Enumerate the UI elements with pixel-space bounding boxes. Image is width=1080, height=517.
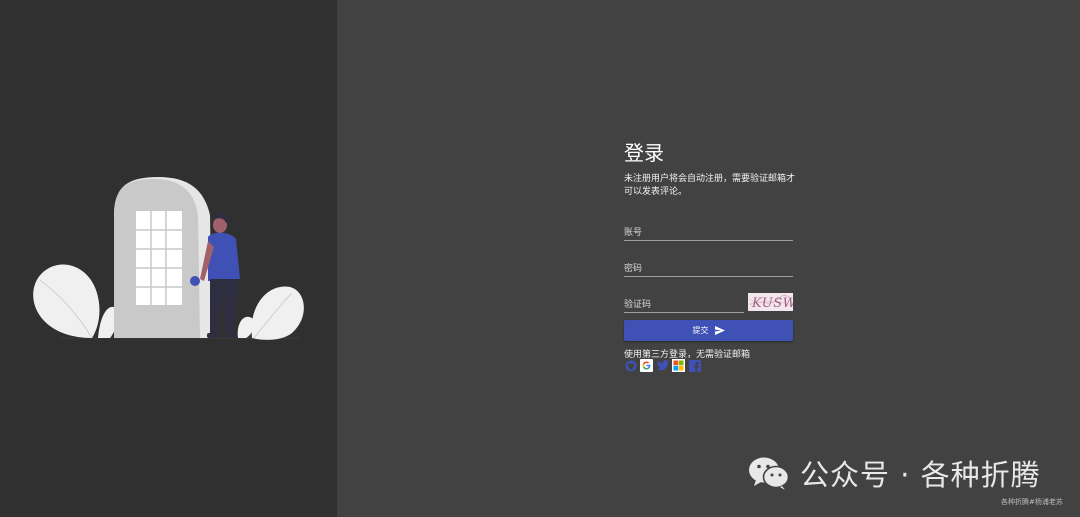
page-title: 登录 [624, 141, 664, 165]
submit-label: 提交 [692, 326, 709, 335]
social-login-row [624, 359, 701, 372]
facebook-login-button[interactable] [688, 359, 701, 372]
microsoft-icon [672, 359, 685, 372]
captcha-image[interactable]: KUSW [748, 293, 793, 311]
captcha-field-wrapper [624, 292, 744, 314]
microsoft-login-button[interactable] [672, 359, 685, 372]
twitter-icon [656, 360, 669, 371]
captcha-text: KUSW [751, 296, 793, 311]
submit-button[interactable]: 提交 [624, 320, 793, 341]
facebook-icon [688, 359, 701, 372]
password-field-wrapper [624, 256, 793, 278]
send-icon [714, 326, 725, 335]
wechat-watermark: 公众号 · 各种折腾 [748, 452, 1041, 494]
illustration-panel [0, 0, 337, 517]
watermark-subtext: 各种折腾#杨浦老苏 [1001, 498, 1063, 506]
door-illustration [33, 177, 304, 340]
password-input[interactable] [624, 260, 793, 278]
wechat-icon [749, 457, 790, 490]
captcha-input[interactable] [624, 296, 744, 314]
watermark-text: 公众号 · 各种折腾 [800, 458, 1041, 492]
github-login-button[interactable] [624, 359, 637, 372]
google-login-button[interactable] [640, 359, 653, 372]
login-form: 登录 未注册用户将会自动注册，需要验证邮箱才可以发表评论。 KUSW 提交 使用… [624, 141, 796, 372]
login-subtitle: 未注册用户将会自动注册，需要验证邮箱才可以发表评论。 [624, 174, 796, 197]
twitter-login-button[interactable] [656, 359, 669, 372]
account-input[interactable] [624, 224, 793, 242]
account-field-wrapper [624, 220, 793, 242]
google-icon [640, 359, 653, 372]
github-icon [625, 360, 636, 371]
